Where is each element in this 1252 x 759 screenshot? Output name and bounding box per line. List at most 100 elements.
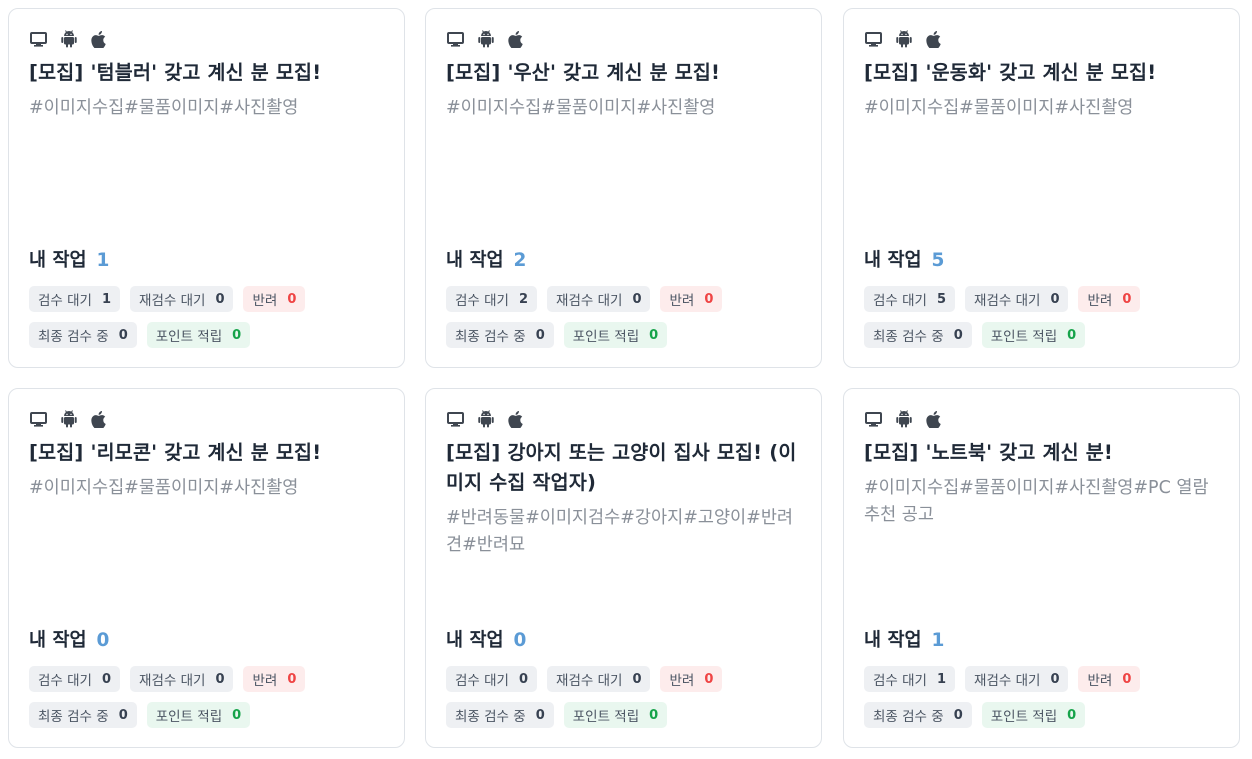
rereview-wait-count: 0 [632,671,642,687]
card-tags: #이미지수집#물품이미지#사진촬영#PC 열람 추천 공고 [864,478,1209,525]
points-count: 0 [649,327,659,343]
rereview-wait-count: 0 [215,291,225,307]
project-card[interactable]: [모집] 강아지 또는 고양이 집사 모집! (이미지 수집 작업자) #반려동… [425,388,822,748]
final-review-badge: 최종 검수 중 0 [864,322,972,348]
android-icon [894,30,913,49]
status-chips: 검수 대기 1 재검수 대기 0 반려 0 최종 검수 중 0 포인트 적립 0 [29,286,359,348]
my-work-summary: 내 작업 5 [864,246,1219,276]
card-stats: 내 작업 1 검수 대기 1 재검수 대기 0 반려 0 최종 검수 중 0 포… [864,626,1219,728]
apple-icon [89,410,108,429]
rereview-wait-count: 0 [632,291,642,307]
desktop-icon [29,410,48,429]
reject-count: 0 [704,671,714,687]
points-count: 0 [232,707,242,723]
card-tags: #반려동물#이미지검수#강아지#고양이#반려견#반려묘 [446,508,794,555]
final-review-count: 0 [118,327,128,343]
final-review-count: 0 [953,707,963,723]
apple-icon [506,410,525,429]
status-chips: 검수 대기 5 재검수 대기 0 반려 0 최종 검수 중 0 포인트 적립 0 [864,286,1194,348]
apple-icon [924,410,943,429]
reject-count: 0 [1122,671,1132,687]
android-icon [59,410,78,429]
card-title[interactable]: [모집] '노트북' 갖고 계신 분! [864,438,1219,468]
points-label: 포인트 적립 [572,709,640,725]
platform-icons [446,409,801,429]
my-work-summary: 내 작업 2 [446,246,801,276]
review-wait-badge: 검수 대기 1 [29,286,121,312]
desktop-icon [29,30,48,49]
card-stats: 내 작업 0 검수 대기 0 재검수 대기 0 반려 0 최종 검수 중 0 포… [446,626,801,728]
review-wait-badge: 검수 대기 5 [864,286,956,312]
rereview-wait-badge: 재검수 대기 0 [130,666,234,692]
card-tags: #이미지수집#물품이미지#사진촬영 [29,98,299,118]
rereview-wait-count: 0 [1050,291,1060,307]
review-wait-label: 검수 대기 [38,293,92,309]
status-chips: 검수 대기 2 재검수 대기 0 반려 0 최종 검수 중 0 포인트 적립 0 [446,286,776,348]
final-review-count: 0 [535,707,545,723]
review-wait-label: 검수 대기 [873,293,927,309]
reject-count: 0 [1122,291,1132,307]
review-wait-count: 5 [936,291,947,307]
rereview-wait-badge: 재검수 대기 0 [130,286,234,312]
points-badge: 포인트 적립 0 [981,702,1086,728]
my-work-label: 내 작업 [29,630,87,651]
reject-badge: 반려 0 [660,666,723,692]
final-review-label: 최종 검수 중 [455,329,526,345]
reject-badge: 반려 0 [1078,286,1141,312]
reject-badge: 반려 0 [243,666,306,692]
points-badge: 포인트 적립 0 [981,322,1086,348]
my-work-count: 2 [513,250,527,271]
platform-icons [446,29,801,49]
desktop-icon [446,410,465,429]
final-review-badge: 최종 검수 중 0 [29,322,137,348]
card-stats: 내 작업 2 검수 대기 2 재검수 대기 0 반려 0 최종 검수 중 0 포… [446,246,801,348]
review-wait-badge: 검수 대기 2 [446,286,538,312]
card-title[interactable]: [모집] '리모콘' 갖고 계신 분 모집! [29,438,384,468]
card-title[interactable]: [모집] '운동화' 갖고 계신 분 모집! [864,58,1219,88]
points-label: 포인트 적립 [155,709,223,725]
review-wait-badge: 검수 대기 1 [864,666,956,692]
review-wait-count: 0 [518,671,529,687]
card-title[interactable]: [모집] '텀블러' 갖고 계신 분 모집! [29,58,384,88]
my-work-label: 내 작업 [864,630,922,651]
reject-label: 반려 [252,293,278,309]
my-work-label: 내 작업 [864,250,922,271]
reject-badge: 반려 0 [1078,666,1141,692]
project-card[interactable]: [모집] '텀블러' 갖고 계신 분 모집! #이미지수집#물품이미지#사진촬영… [8,8,405,368]
my-work-label: 내 작업 [446,630,504,651]
project-card[interactable]: [모집] '노트북' 갖고 계신 분! #이미지수집#물품이미지#사진촬영#PC… [843,388,1240,748]
rereview-wait-label: 재검수 대기 [556,293,623,309]
android-icon [476,30,495,49]
reject-label: 반려 [669,673,695,689]
review-wait-count: 0 [101,671,112,687]
status-chips: 검수 대기 0 재검수 대기 0 반려 0 최종 검수 중 0 포인트 적립 0 [29,666,359,728]
status-chips: 검수 대기 0 재검수 대기 0 반려 0 최종 검수 중 0 포인트 적립 0 [446,666,776,728]
reject-badge: 반려 0 [660,286,723,312]
apple-icon [506,30,525,49]
review-wait-label: 검수 대기 [455,293,509,309]
platform-icons [29,409,384,429]
android-icon [894,410,913,429]
final-review-badge: 최종 검수 중 0 [29,702,137,728]
project-card[interactable]: [모집] '운동화' 갖고 계신 분 모집! #이미지수집#물품이미지#사진촬영… [843,8,1240,368]
points-count: 0 [1067,327,1077,343]
project-card[interactable]: [모집] '우산' 갖고 계신 분 모집! #이미지수집#물품이미지#사진촬영 … [425,8,822,368]
rereview-wait-label: 재검수 대기 [139,673,206,689]
rereview-wait-badge: 재검수 대기 0 [547,666,651,692]
reject-count: 0 [287,291,297,307]
project-card[interactable]: [모집] '리모콘' 갖고 계신 분 모집! #이미지수집#물품이미지#사진촬영… [8,388,405,748]
card-title[interactable]: [모집] '우산' 갖고 계신 분 모집! [446,58,801,88]
reject-label: 반려 [669,293,695,309]
points-badge: 포인트 적립 0 [146,322,251,348]
review-wait-count: 2 [518,291,529,307]
platform-icons [864,409,1219,429]
rereview-wait-label: 재검수 대기 [974,673,1041,689]
card-title[interactable]: [모집] 강아지 또는 고양이 집사 모집! (이미지 수집 작업자) [446,438,801,498]
rereview-wait-label: 재검수 대기 [974,293,1041,309]
my-work-label: 내 작업 [29,250,87,271]
card-tags: #이미지수집#물품이미지#사진촬영 [29,478,299,498]
final-review-label: 최종 검수 중 [873,329,944,345]
review-wait-badge: 검수 대기 0 [446,666,538,692]
points-count: 0 [1067,707,1077,723]
desktop-icon [864,30,883,49]
